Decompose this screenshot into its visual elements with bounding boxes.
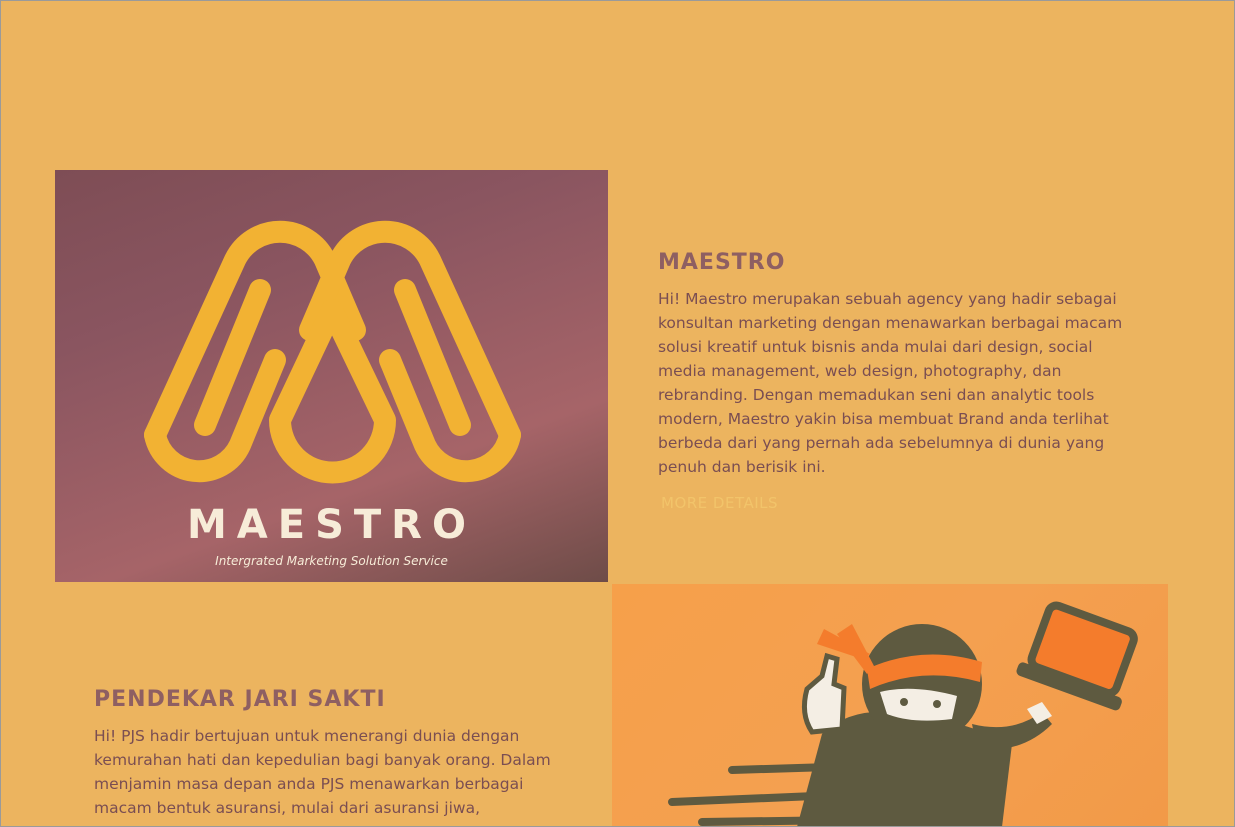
ninja-mascot-icon [668,601,1138,827]
maestro-logo-wordmark: MAESTRO [187,502,476,548]
maestro-description: Hi! Maestro merupakan sebuah agency yang… [658,290,1123,476]
pjs-description: Hi! PJS hadir bertujuan untuk menerangi … [94,727,551,817]
maestro-portfolio-image[interactable]: MAESTRO Intergrated Marketing Solution S… [55,170,608,582]
pjs-title: PENDEKAR JARI SAKTI [94,687,386,712]
maestro-more-details-link[interactable]: MORE DETAILS [661,494,778,512]
maestro-logo-tagline: Intergrated Marketing Solution Service [215,554,448,568]
maestro-title: MAESTRO [658,250,786,275]
pjs-portfolio-image[interactable] [612,584,1168,827]
